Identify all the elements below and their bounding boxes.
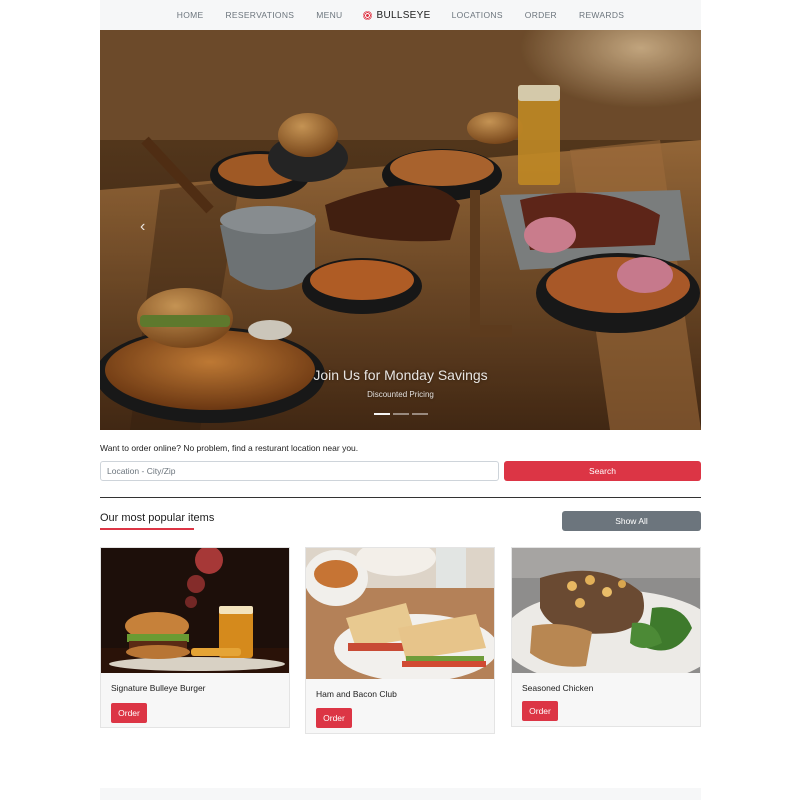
order-button[interactable]: Order xyxy=(522,701,558,721)
target-icon xyxy=(363,10,373,20)
search-button[interactable]: Search xyxy=(504,461,701,481)
hero-carousel: ‹ Join Us for Monday Savings Discounted … xyxy=(100,30,701,430)
menu-card[interactable]: Signature Bulleye Burger Order xyxy=(100,547,290,728)
order-button[interactable]: Order xyxy=(316,708,352,728)
menu-card[interactable]: Seasoned Chicken Order xyxy=(511,547,701,727)
chevron-left-icon[interactable]: ‹ xyxy=(140,218,145,236)
nav-order[interactable]: ORDER xyxy=(525,10,557,20)
title-underline xyxy=(100,528,194,530)
item-name: Ham and Bacon Club xyxy=(316,689,397,699)
item-name: Signature Bulleye Burger xyxy=(111,683,206,693)
chicken-image xyxy=(512,548,700,673)
divider xyxy=(100,497,701,498)
nav-rewards[interactable]: REWARDS xyxy=(579,10,624,20)
nav-home[interactable]: HOME xyxy=(177,10,204,20)
nav-menu[interactable]: MENU xyxy=(316,10,342,20)
brand-logo[interactable]: BULLSEYE xyxy=(363,10,430,21)
carousel-indicator-3[interactable] xyxy=(411,413,428,415)
carousel-indicator-1[interactable] xyxy=(373,413,390,415)
search-row: Search xyxy=(100,461,701,481)
sandwich-image xyxy=(306,548,494,679)
location-input[interactable] xyxy=(100,461,499,481)
search-prompt: Want to order online? No problem, find a… xyxy=(100,443,359,453)
carousel-indicators xyxy=(100,413,701,415)
burger-image xyxy=(101,548,289,673)
nav-locations[interactable]: LOCATIONS xyxy=(452,10,503,20)
nav-reservations[interactable]: RESERVATIONS xyxy=(225,10,294,20)
item-name: Seasoned Chicken xyxy=(522,683,594,693)
show-all-button[interactable]: Show All xyxy=(562,511,701,531)
order-button[interactable]: Order xyxy=(111,703,147,723)
navbar: HOME RESERVATIONS MENU BULLSEYE LOCATION… xyxy=(100,0,701,30)
brand-name: BULLSEYE xyxy=(376,9,431,21)
footer xyxy=(100,788,701,800)
carousel-caption-title: Join Us for Monday Savings xyxy=(313,367,488,383)
menu-card[interactable]: Ham and Bacon Club Order xyxy=(305,547,495,734)
carousel-indicator-2[interactable] xyxy=(392,413,409,415)
carousel-caption-subtitle: Discounted Pricing xyxy=(367,390,434,399)
